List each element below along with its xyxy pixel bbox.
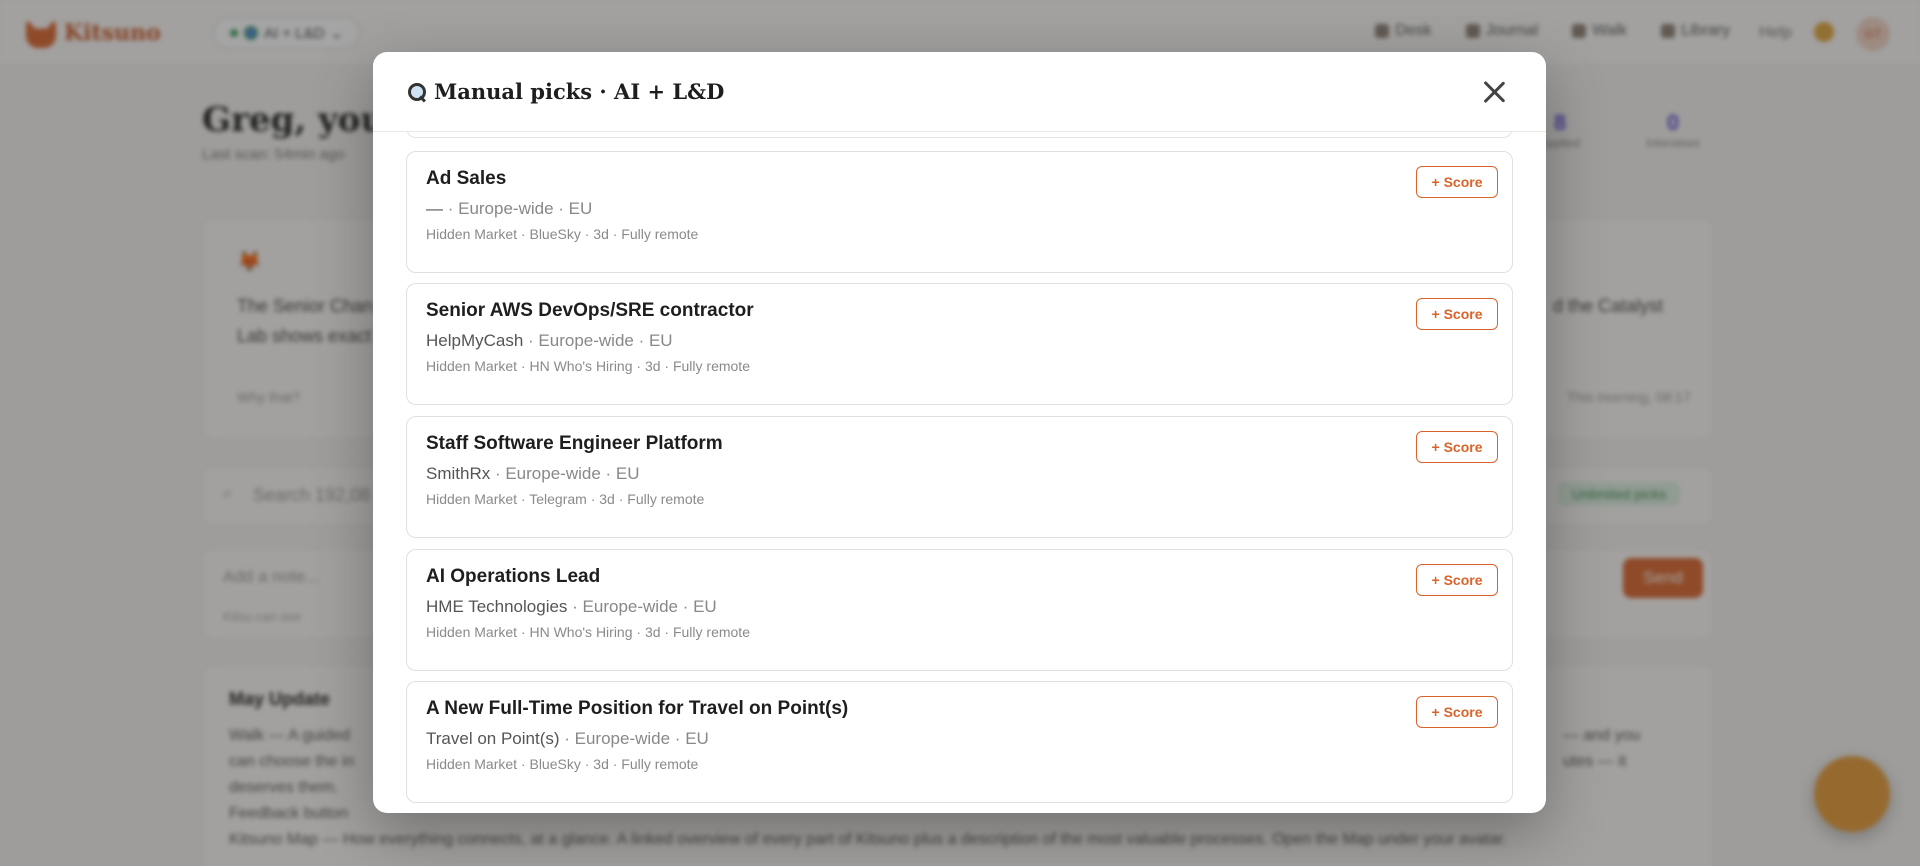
score-button[interactable]: + Score (1416, 298, 1498, 330)
job-meta: Hidden Market · HN Who's Hiring · 3d · F… (426, 358, 750, 374)
job-title: Staff Software Engineer Platform (426, 433, 723, 454)
job-company-location: Travel on Point(s) · Europe-wide · EU (426, 729, 709, 748)
job-meta: Hidden Market · HN Who's Hiring · 3d · F… (426, 624, 750, 640)
magnifier-icon (406, 81, 428, 103)
list-item: AI Operations Lead HME Technologies · Eu… (406, 549, 1513, 671)
job-title: A New Full-Time Position for Travel on P… (426, 698, 849, 719)
job-company-location: HME Technologies · Europe-wide · EU (426, 597, 717, 616)
list-item: A New Full-Time Position for Travel on P… (406, 681, 1513, 803)
list-item: Staff Software Engineer Platform SmithRx… (406, 416, 1513, 538)
manual-picks-modal: Manual picks · AI + L&D Ad Sales — · Eur… (373, 52, 1546, 813)
job-meta: Hidden Market · BlueSky · 3d · Fully rem… (426, 226, 699, 242)
modal-title: Manual picks · AI + L&D (434, 79, 725, 104)
score-button[interactable]: + Score (1416, 564, 1498, 596)
job-title: AI Operations Lead (426, 566, 601, 587)
list-item: Ad Sales — · Europe-wide · EU Hidden Mar… (406, 151, 1513, 273)
job-meta: Hidden Market · BlueSky · 3d · Fully rem… (426, 756, 699, 772)
job-title: Senior AWS DevOps/SRE contractor (426, 300, 754, 321)
close-button[interactable] (1480, 78, 1508, 106)
score-button[interactable]: + Score (1416, 696, 1498, 728)
job-company-location: HelpMyCash · Europe-wide · EU (426, 331, 673, 350)
job-company-location: SmithRx · Europe-wide · EU (426, 464, 640, 483)
picks-list[interactable]: Ad Sales — · Europe-wide · EU Hidden Mar… (373, 132, 1546, 813)
modal-header: Manual picks · AI + L&D (373, 52, 1546, 132)
job-title: Ad Sales (426, 168, 507, 189)
job-company-location: — · Europe-wide · EU (426, 199, 593, 218)
score-button[interactable]: + Score (1416, 166, 1498, 198)
list-item: Senior AWS DevOps/SRE contractor HelpMyC… (406, 283, 1513, 405)
job-meta: Hidden Market · Telegram · 3d · Fully re… (426, 491, 705, 507)
score-button[interactable]: + Score (1416, 431, 1498, 463)
previous-item-edge (406, 132, 1513, 138)
